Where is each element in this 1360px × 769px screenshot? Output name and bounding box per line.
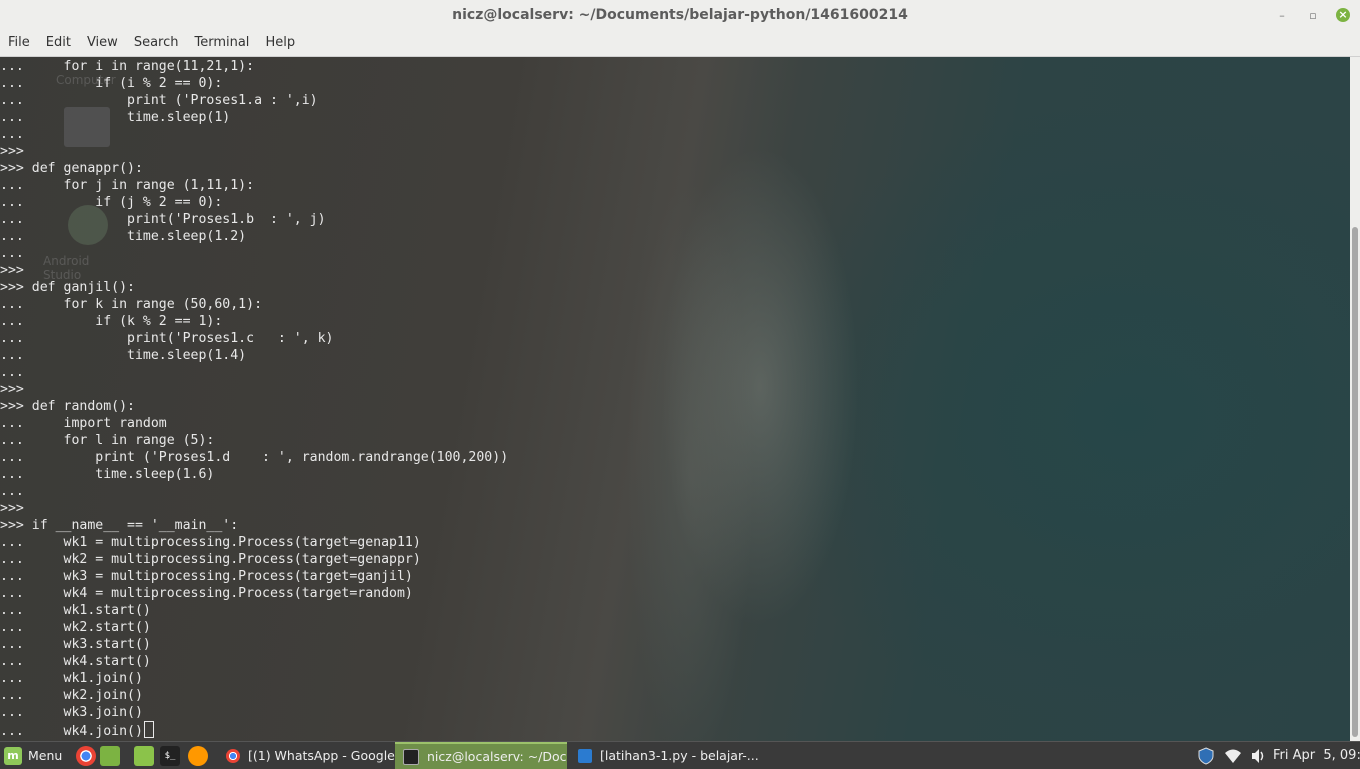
terminal-line: >>>: [0, 263, 24, 278]
menu-view[interactable]: View: [79, 30, 126, 56]
folder-icon: [134, 745, 154, 766]
terminal-line: ... time.sleep(1): [0, 110, 231, 125]
terminal-line: ... wk4.start(): [0, 654, 151, 669]
clock[interactable]: Fri Apr 5, 09:36: [1273, 742, 1360, 769]
menu-file[interactable]: File: [0, 30, 38, 56]
terminal-line: ...: [0, 365, 24, 380]
terminal-icon: [403, 748, 419, 765]
task-label: [latihan3-1.py - belajar-...: [600, 748, 759, 763]
task-terminal[interactable]: nicz@localserv: ~/Docu...: [395, 742, 567, 769]
terminal-line: >>>: [0, 144, 24, 159]
terminal-line: ... wk2 = multiprocessing.Process(target…: [0, 552, 421, 567]
terminal-line: ... wk3.join(): [0, 705, 143, 720]
terminal-line: ... if (k % 2 == 1):: [0, 314, 223, 329]
terminal-line: >>> def ganjil():: [0, 280, 135, 295]
terminal-line: ...: [0, 484, 24, 499]
terminal-line: ... for i in range(11,21,1):: [0, 59, 255, 74]
terminal-line: ... print ('Proses1.a : ',i): [0, 93, 318, 108]
chrome-launcher[interactable]: [76, 742, 96, 769]
volume-tray[interactable]: [1251, 742, 1267, 769]
terminal-line: ... time.sleep(1.4): [0, 348, 247, 363]
title-bar: nicz@localserv: ~/Documents/belajar-pyth…: [0, 0, 1360, 30]
task-vscode[interactable]: [latihan3-1.py - belajar-...: [570, 742, 762, 769]
terminal-line: ... for l in range (5):: [0, 433, 215, 448]
wifi-icon: [1225, 749, 1241, 763]
terminal-line: ... wk3.start(): [0, 637, 151, 652]
terminal-line: ... print ('Proses1.d : ', random.randra…: [0, 450, 509, 465]
terminal-line: ...: [0, 127, 24, 142]
terminal-line: >>>: [0, 382, 24, 397]
start-menu-button[interactable]: m Menu: [4, 742, 62, 769]
terminal-cursor: [143, 721, 154, 738]
vscode-icon: [578, 748, 592, 763]
terminal-line: ... wk4 = multiprocessing.Process(target…: [0, 586, 413, 601]
menu-edit[interactable]: Edit: [38, 30, 79, 56]
terminal-line: ... for k in range (50,60,1):: [0, 297, 263, 312]
terminal-line: ... print('Proses1.c : ', k): [0, 331, 334, 346]
files-icon: [100, 745, 120, 766]
terminal-line: ... wk4.join(): [0, 721, 508, 739]
terminal-line: ... if (j % 2 == 0):: [0, 195, 223, 210]
files-launcher[interactable]: [100, 742, 120, 769]
terminal-line: ... wk1.start(): [0, 603, 151, 618]
terminal-line: ... wk3 = multiprocessing.Process(target…: [0, 569, 413, 584]
firefox-icon: [188, 745, 208, 766]
window-title: nicz@localserv: ~/Documents/belajar-pyth…: [452, 7, 908, 23]
volume-icon: [1252, 748, 1264, 763]
terminal-line: ... wk1.join(): [0, 671, 143, 686]
maximize-button[interactable]: ▫: [1299, 0, 1327, 30]
terminal-line: ... wk2.join(): [0, 688, 143, 703]
terminal-line: ... wk1 = multiprocessing.Process(target…: [0, 535, 421, 550]
linux-mint-icon: m: [4, 746, 22, 765]
close-icon: ×: [1336, 8, 1350, 22]
terminal-line: >>> def random():: [0, 399, 135, 414]
shield-tray[interactable]: [1197, 742, 1215, 769]
task-chrome-whatsapp[interactable]: [(1) WhatsApp - Google ...: [218, 742, 410, 769]
scrollbar-thumb[interactable]: [1352, 227, 1358, 737]
terminal-scrollbar[interactable]: [1350, 57, 1360, 741]
terminal-launcher[interactable]: $_: [160, 742, 180, 769]
menu-bar: File Edit View Search Terminal Help: [0, 30, 1360, 57]
terminal-icon: $_: [160, 745, 180, 766]
menu-terminal[interactable]: Terminal: [186, 30, 257, 56]
shield-icon: [1198, 746, 1214, 765]
terminal-line: >>> def genappr():: [0, 161, 143, 176]
minimize-button[interactable]: –: [1268, 0, 1296, 30]
terminal-line: ... time.sleep(1.6): [0, 467, 215, 482]
terminal-line: ... wk2.start(): [0, 620, 151, 635]
terminal-line: >>> if __name__ == '__main__':: [0, 518, 239, 533]
terminal-line: ... time.sleep(1.2): [0, 229, 247, 244]
terminal-line: ...: [0, 246, 24, 261]
folder-launcher[interactable]: [134, 742, 154, 769]
network-tray[interactable]: [1224, 742, 1242, 769]
chrome-icon: [226, 748, 240, 763]
close-button[interactable]: ×: [1329, 0, 1357, 30]
minimize-icon: –: [1279, 8, 1285, 22]
terminal-line: ... print('Proses1.b : ', j): [0, 212, 326, 227]
terminal-line: ... import random: [0, 416, 167, 431]
maximize-icon: ▫: [1309, 8, 1317, 22]
terminal-area[interactable]: Computer Android Studio ... for i in ran…: [0, 57, 1350, 741]
terminal-line: ... for j in range (1,11,1):: [0, 178, 255, 193]
terminal-line: >>>: [0, 501, 24, 516]
menu-help[interactable]: Help: [257, 30, 303, 56]
taskbar: m Menu $_ [(1) WhatsApp - Google ... nic…: [0, 741, 1360, 769]
start-menu-label: Menu: [28, 748, 63, 763]
menu-search[interactable]: Search: [126, 30, 187, 56]
task-label: [(1) WhatsApp - Google ...: [248, 748, 410, 763]
terminal-line: ... if (i % 2 == 0):: [0, 76, 223, 91]
terminal-output: ... for i in range(11,21,1): ... if (i % …: [0, 58, 509, 739]
firefox-launcher[interactable]: [188, 742, 208, 769]
chrome-icon: [76, 745, 96, 766]
clock-label: Fri Apr 5, 09:36: [1273, 748, 1360, 763]
task-label: nicz@localserv: ~/Docu...: [427, 749, 567, 764]
